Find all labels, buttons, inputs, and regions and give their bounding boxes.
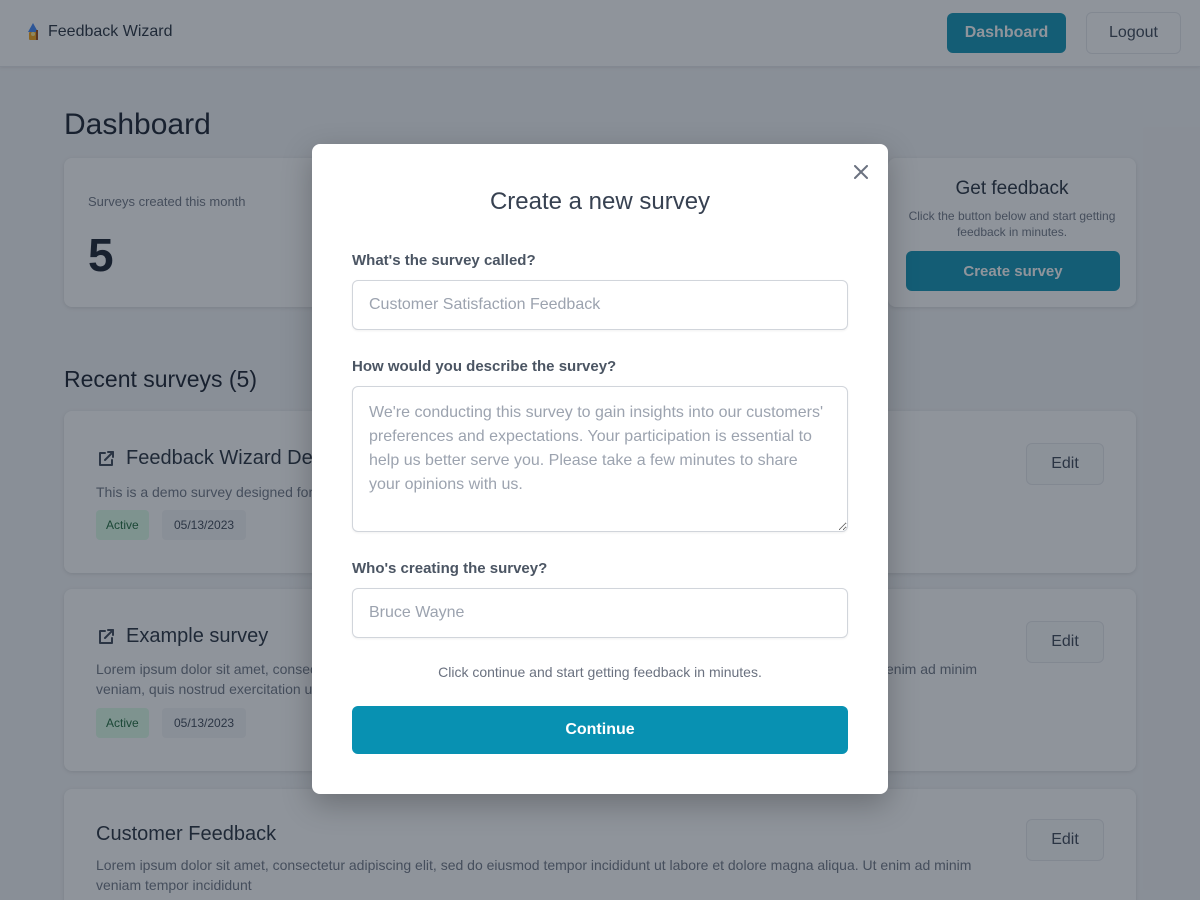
modal-title: Create a new survey bbox=[489, 188, 711, 215]
close-icon[interactable] bbox=[849, 160, 873, 184]
survey-name-label: What's the survey called? bbox=[352, 252, 536, 269]
create-survey-modal: Create a new survey What's the survey ca… bbox=[312, 144, 888, 794]
survey-description-label: How would you describe the survey? bbox=[352, 358, 617, 375]
survey-creator-label: Who's creating the survey? bbox=[352, 560, 548, 577]
continue-button[interactable]: Continue bbox=[352, 706, 848, 754]
survey-description-input[interactable] bbox=[352, 386, 848, 532]
survey-name-input[interactable] bbox=[352, 280, 848, 330]
survey-creator-input[interactable] bbox=[352, 588, 848, 638]
modal-hint: Click continue and start getting feedbac… bbox=[438, 664, 762, 680]
